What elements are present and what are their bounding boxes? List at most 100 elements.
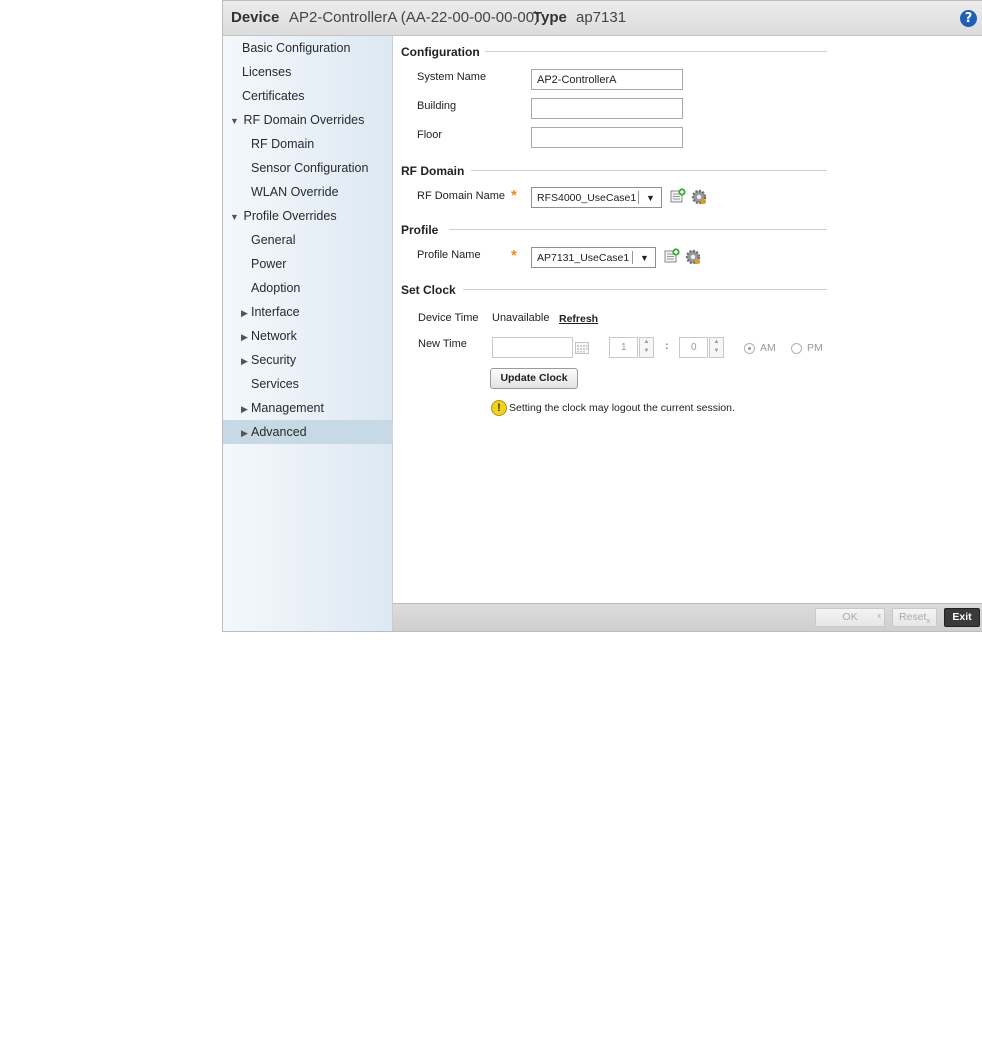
pm-radio[interactable] [791, 343, 802, 354]
edit-profile-gear-icon[interactable] [685, 249, 701, 265]
collapsed-arrow-icon[interactable]: ▶ [241, 397, 251, 421]
reset-label: Reset [899, 611, 927, 623]
system-name-input[interactable]: AP2-ControllerA [531, 69, 683, 90]
dropdown-arrow-icon[interactable]: ▼ [640, 248, 649, 268]
section-divider [449, 229, 827, 230]
floor-input[interactable] [531, 127, 683, 148]
pm-label: PM [807, 342, 823, 354]
edit-rf-domain-gear-icon[interactable] [691, 189, 707, 205]
spin-down-icon[interactable]: ▼ [640, 347, 653, 356]
calendar-icon[interactable] [575, 341, 589, 354]
ok-button[interactable]: OK x [815, 608, 885, 627]
set-clock-section-title: Set Clock [401, 283, 456, 297]
spin-down-icon[interactable]: ▼ [710, 347, 723, 356]
sidebar-item-label: General [251, 233, 296, 247]
building-input[interactable] [531, 98, 683, 119]
sidebar-item-label: RF Domain [251, 137, 315, 151]
sidebar-item-label: Certificates [242, 89, 305, 103]
building-label: Building [417, 100, 457, 112]
footer-bar: OK x Resetx Exit [393, 603, 982, 631]
sidebar-item-general[interactable]: General [223, 228, 420, 252]
sidebar-item-label: Services [251, 377, 299, 391]
collapsed-arrow-icon[interactable]: ▶ [241, 301, 251, 325]
new-date-input[interactable] [492, 337, 573, 358]
hour-spinner[interactable]: ▲ ▼ [639, 337, 654, 358]
sidebar-item-advanced[interactable]: ▶ Advanced [223, 420, 410, 444]
sidebar-nav: Basic Configuration Licenses Certificate… [223, 36, 410, 631]
am-radio[interactable] [744, 343, 755, 354]
section-divider [471, 170, 827, 171]
exit-button[interactable]: Exit [944, 608, 980, 627]
minute-value: 0 [691, 342, 697, 353]
sidebar-item-label: Advanced [251, 425, 307, 439]
sidebar-item-power[interactable]: Power [223, 252, 420, 276]
profile-select[interactable]: AP7131_UseCase1 ▼ [531, 247, 656, 268]
spin-up-icon[interactable]: ▲ [640, 338, 653, 347]
device-label: Device [231, 9, 280, 26]
dropdown-arrow-icon[interactable]: ▼ [646, 188, 655, 208]
sidebar-item-rf-domain[interactable]: RF Domain [223, 132, 420, 156]
sidebar-item-adoption[interactable]: Adoption [223, 276, 420, 300]
am-label: AM [760, 342, 776, 354]
type-value: ap7131 [576, 9, 627, 26]
warning-icon: ! [491, 400, 507, 416]
hour-value: 1 [621, 342, 627, 353]
reset-button[interactable]: Resetx [892, 608, 937, 627]
sidebar-item-basic-configuration[interactable]: Basic Configuration [223, 36, 411, 60]
sidebar-item-wlan-override[interactable]: WLAN Override [223, 180, 420, 204]
sidebar-item-services[interactable]: Services [223, 372, 420, 396]
collapsed-arrow-icon[interactable]: ▶ [241, 325, 251, 349]
update-clock-button[interactable]: Update Clock [490, 368, 578, 389]
required-asterisk-icon: * [511, 187, 517, 204]
reset-sub: x [926, 618, 930, 626]
sidebar-item-sensor-configuration[interactable]: Sensor Configuration [223, 156, 420, 180]
sidebar-item-label: Profile Overrides [243, 209, 337, 223]
system-name-label: System Name [417, 71, 487, 83]
sidebar-item-label: Network [251, 329, 297, 343]
collapsed-arrow-icon[interactable]: ▶ [241, 421, 251, 445]
sidebar-item-label: Sensor Configuration [251, 161, 369, 175]
configuration-section-title: Configuration [401, 45, 480, 59]
time-separator: : [665, 340, 669, 352]
sidebar-item-label: Management [251, 401, 324, 415]
rf-domain-section-title: RF Domain [401, 164, 465, 178]
add-profile-icon[interactable] [664, 248, 680, 264]
collapsed-arrow-icon[interactable]: ▶ [241, 349, 251, 373]
device-time-label: Device Time [418, 312, 479, 324]
sidebar-item-label: Adoption [251, 281, 301, 295]
help-icon[interactable]: ? [960, 10, 977, 27]
profile-selected-value: AP7131_UseCase1 [537, 252, 630, 264]
expand-arrow-icon[interactable]: ▼ [230, 205, 240, 229]
sidebar-item-label: Interface [251, 305, 300, 319]
clock-warning-text: Setting the clock may logout the current… [509, 402, 735, 414]
ok-label: OK [842, 611, 858, 623]
sidebar-item-certificates[interactable]: Certificates [223, 84, 411, 108]
sidebar-item-management[interactable]: ▶ Management [223, 396, 410, 420]
refresh-link[interactable]: Refresh [559, 313, 598, 325]
title-bar: Device AP2-ControllerA (AA-22-00-00-00-0… [223, 1, 982, 36]
sidebar-item-label: Power [251, 257, 287, 271]
spin-up-icon[interactable]: ▲ [710, 338, 723, 347]
new-time-label: New Time [418, 338, 467, 350]
section-divider [463, 289, 827, 290]
sidebar-item-network[interactable]: ▶ Network [223, 324, 410, 348]
sidebar-item-label: WLAN Override [251, 185, 339, 199]
sidebar-item-rf-domain-overrides[interactable]: ▼ RF Domain Overrides [223, 108, 399, 132]
sidebar-item-label: Basic Configuration [242, 41, 351, 55]
profile-name-label: Profile Name [417, 249, 481, 261]
minute-spinner[interactable]: ▲ ▼ [709, 337, 724, 358]
sidebar-item-profile-overrides[interactable]: ▼ Profile Overrides [223, 204, 399, 228]
sidebar-item-label: Licenses [242, 65, 292, 79]
device-time-value: Unavailable [492, 312, 550, 324]
expand-arrow-icon[interactable]: ▼ [230, 109, 240, 133]
sidebar-item-label: Security [251, 353, 297, 367]
sidebar-item-licenses[interactable]: Licenses [223, 60, 411, 84]
sidebar-item-interface[interactable]: ▶ Interface [223, 300, 410, 324]
hour-input[interactable]: 1 [609, 337, 638, 358]
device-value: AP2-ControllerA (AA-22-00-00-00-00) [289, 9, 540, 26]
rf-domain-select[interactable]: RFS4000_UseCase1 ▼ [531, 187, 662, 208]
sidebar-item-security[interactable]: ▶ Security [223, 348, 410, 372]
minute-input[interactable]: 0 [679, 337, 708, 358]
add-rf-domain-icon[interactable] [670, 188, 686, 204]
floor-label: Floor [417, 129, 443, 141]
